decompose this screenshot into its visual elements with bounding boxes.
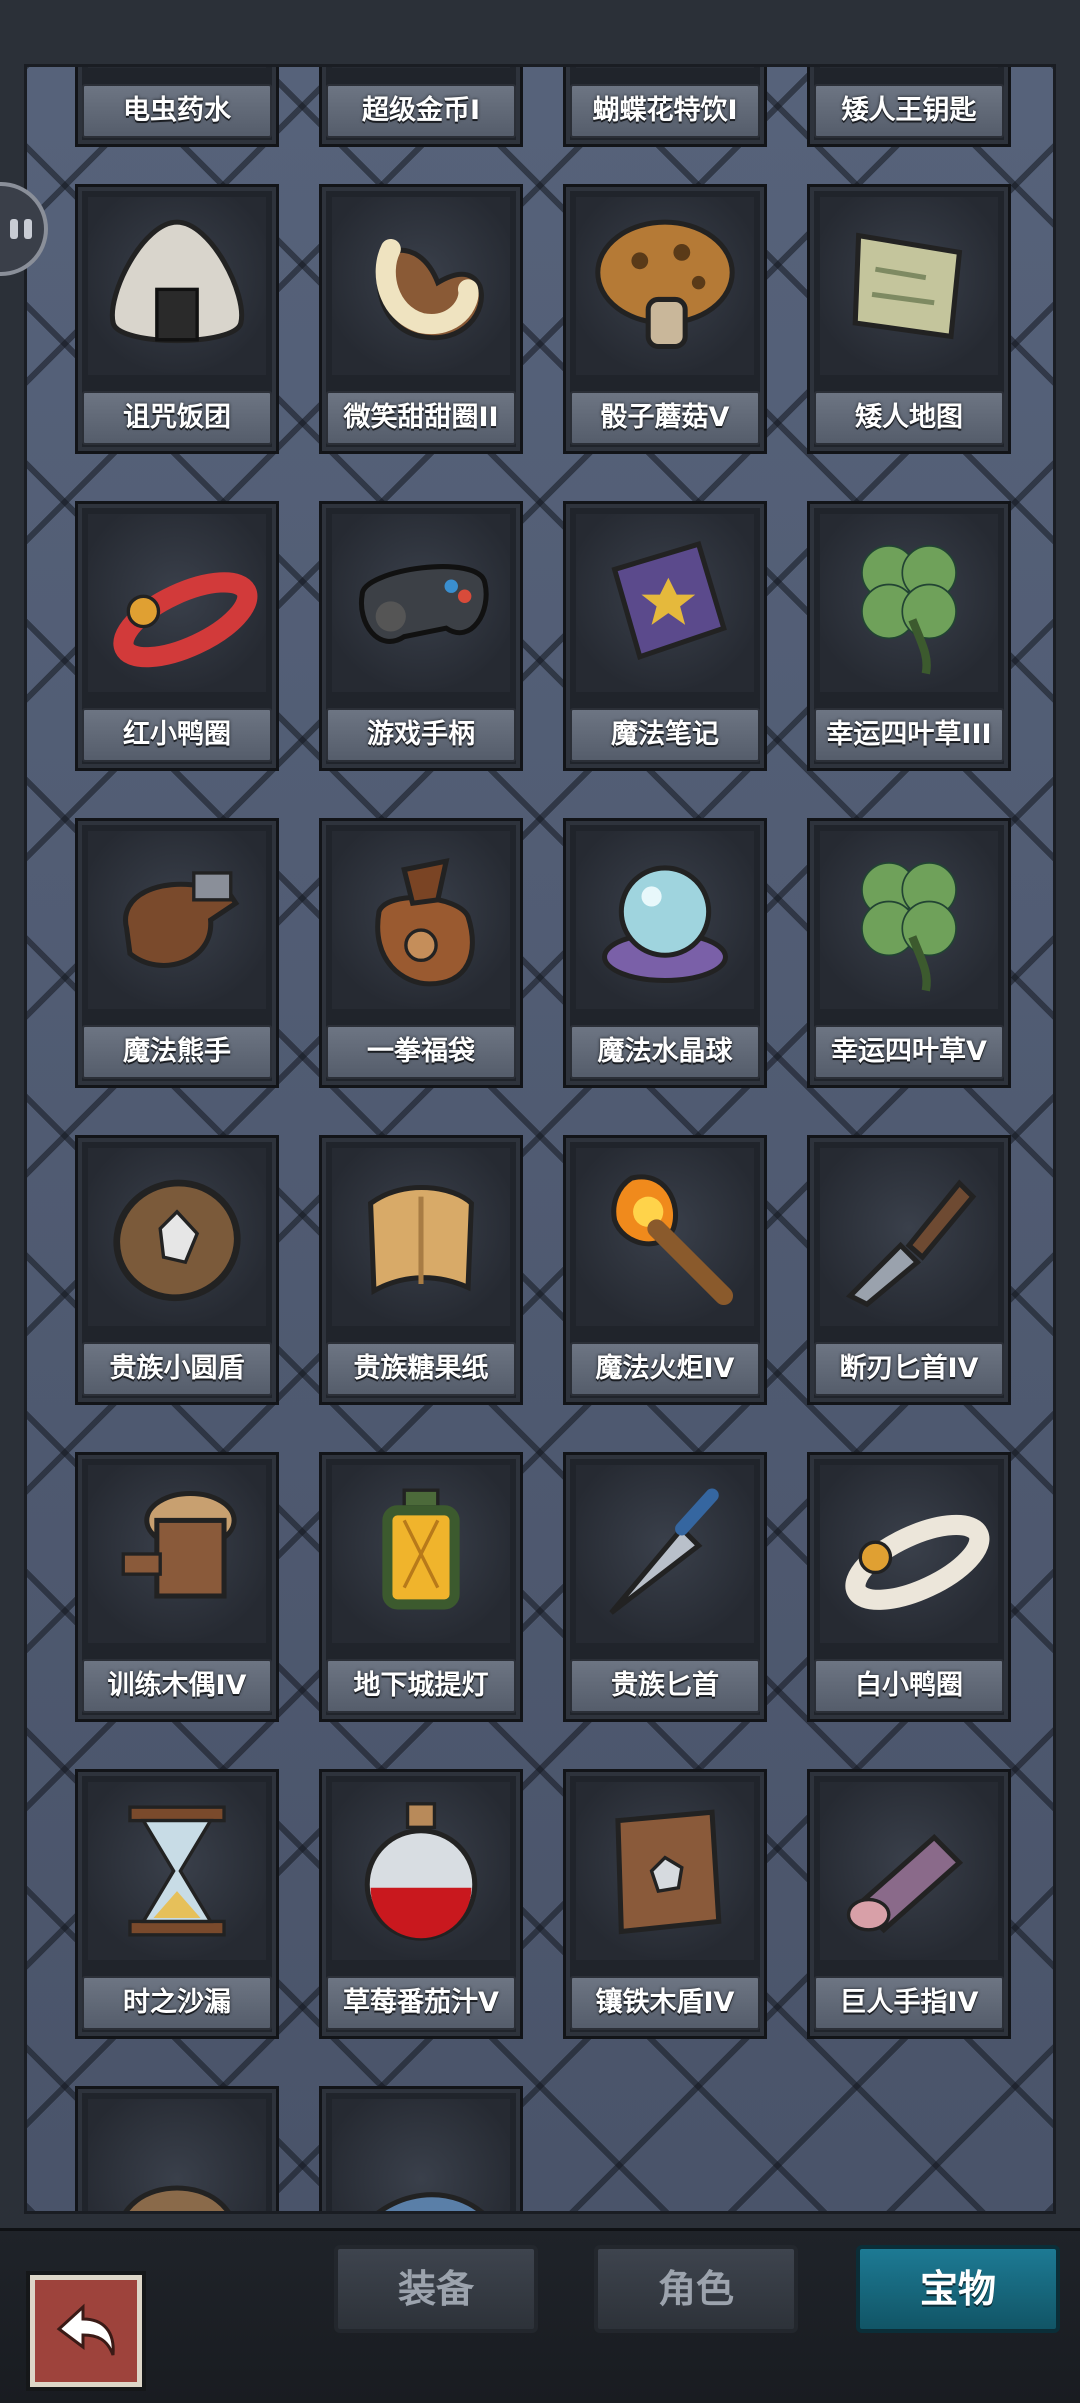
item-name: 训练木偶IV bbox=[82, 1659, 272, 1713]
back-arrow-icon bbox=[56, 2303, 115, 2356]
item-card[interactable]: 镶铁木盾IV bbox=[563, 1769, 767, 2039]
item-name: 一拳福袋 bbox=[326, 1025, 516, 1079]
item-card[interactable] bbox=[75, 2086, 279, 2211]
key-icon bbox=[820, 67, 998, 68]
item-card[interactable]: 一拳福袋 bbox=[319, 818, 523, 1088]
hourglass-icon bbox=[88, 1782, 266, 1960]
item-card[interactable]: 白小鸭圈 bbox=[807, 1452, 1011, 1722]
round-shield-icon bbox=[88, 1148, 266, 1326]
item-card[interactable]: 诅咒饭团 bbox=[75, 184, 279, 454]
item-card[interactable]: 蝴蝶花特饮I bbox=[563, 67, 767, 147]
crystal-ball-icon bbox=[576, 831, 754, 1009]
item-card[interactable]: 断刃匕首IV bbox=[807, 1135, 1011, 1405]
wooden-shield-icon bbox=[576, 1782, 754, 1960]
item-name: 矮人地图 bbox=[814, 391, 1004, 445]
item-name: 微笑甜甜圈II bbox=[326, 391, 516, 445]
item-card[interactable]: 红小鸭圈 bbox=[75, 501, 279, 771]
item-card[interactable]: 微笑甜甜圈II bbox=[319, 184, 523, 454]
lantern-icon bbox=[332, 1465, 510, 1643]
item-name: 矮人王钥匙 bbox=[814, 84, 1004, 138]
item-name: 贵族糖果纸 bbox=[326, 1342, 516, 1396]
bottom-tab-bar: 装备 角色 宝物 bbox=[0, 2228, 1080, 2403]
item-card[interactable]: 矮人地图 bbox=[807, 184, 1011, 454]
item-card[interactable]: 贵族匕首 bbox=[563, 1452, 767, 1722]
mushroom-icon bbox=[576, 197, 754, 375]
item-card[interactable]: 超级金币I bbox=[319, 67, 523, 147]
item-name: 游戏手柄 bbox=[326, 708, 516, 762]
wooden-dummy-icon bbox=[88, 1465, 266, 1643]
candy-paper-icon bbox=[332, 1148, 510, 1326]
clover-icon bbox=[820, 514, 998, 692]
item-card[interactable]: 幸运四叶草III bbox=[807, 501, 1011, 771]
item-name: 巨人手指IV bbox=[814, 1976, 1004, 2030]
item-card[interactable]: 骰子蘑菇V bbox=[563, 184, 767, 454]
donut-icon bbox=[332, 197, 510, 375]
item-name: 幸运四叶草III bbox=[814, 708, 1004, 762]
item-card[interactable] bbox=[319, 2086, 523, 2211]
item-card[interactable]: 地下城提灯 bbox=[319, 1452, 523, 1722]
item-name: 镶铁木盾IV bbox=[570, 1976, 760, 2030]
broken-dagger-icon bbox=[820, 1148, 998, 1326]
item-name: 红小鸭圈 bbox=[82, 708, 272, 762]
item-card[interactable]: 巨人手指IV bbox=[807, 1769, 1011, 2039]
item-name: 断刃匕首IV bbox=[814, 1342, 1004, 1396]
item-name: 魔法水晶球 bbox=[570, 1025, 760, 1079]
item-card[interactable]: 草莓番茄汁V bbox=[319, 1769, 523, 2039]
red-duck-ring-icon bbox=[88, 514, 266, 692]
helmet-icon bbox=[88, 2099, 266, 2211]
item-name: 骰子蘑菇V bbox=[570, 391, 760, 445]
item-name: 地下城提灯 bbox=[326, 1659, 516, 1713]
giant-finger-icon bbox=[820, 1782, 998, 1960]
clover-icon bbox=[820, 831, 998, 1009]
item-name: 魔法熊手 bbox=[82, 1025, 272, 1079]
potion-icon bbox=[88, 67, 266, 68]
item-name: 幸运四叶草V bbox=[814, 1025, 1004, 1079]
item-card[interactable]: 训练木偶IV bbox=[75, 1452, 279, 1722]
drink-icon bbox=[576, 67, 754, 68]
red-potion-icon bbox=[332, 1782, 510, 1960]
item-card[interactable]: 电虫药水 bbox=[75, 67, 279, 147]
rice-ball-icon bbox=[88, 197, 266, 375]
item-name: 贵族匕首 bbox=[570, 1659, 760, 1713]
item-name: 电虫药水 bbox=[82, 84, 272, 138]
fist-bag-icon bbox=[332, 831, 510, 1009]
white-duck-ring-icon bbox=[820, 1465, 998, 1643]
tab-equipment[interactable]: 装备 bbox=[334, 2245, 538, 2333]
item-card[interactable]: 游戏手柄 bbox=[319, 501, 523, 771]
item-name: 超级金币I bbox=[326, 84, 516, 138]
coin-icon bbox=[332, 67, 510, 68]
item-card[interactable]: 魔法熊手 bbox=[75, 818, 279, 1088]
item-card[interactable]: 贵族小圆盾 bbox=[75, 1135, 279, 1405]
tab-treasure[interactable]: 宝物 bbox=[856, 2245, 1060, 2333]
item-name: 时之沙漏 bbox=[82, 1976, 272, 2030]
item-card[interactable]: 时之沙漏 bbox=[75, 1769, 279, 2039]
dagger-icon bbox=[576, 1465, 754, 1643]
back-button[interactable] bbox=[30, 2275, 142, 2387]
item-card[interactable]: 魔法笔记 bbox=[563, 501, 767, 771]
item-card[interactable]: 幸运四叶草V bbox=[807, 818, 1011, 1088]
item-card[interactable]: 魔法火炬IV bbox=[563, 1135, 767, 1405]
item-card[interactable]: 贵族糖果纸 bbox=[319, 1135, 523, 1405]
bear-paw-icon bbox=[88, 831, 266, 1009]
item-name: 草莓番茄汁V bbox=[326, 1976, 516, 2030]
treasure-grid-panel[interactable]: 电虫药水 超级金币I 蝴蝶花特饮I 矮人王钥匙 诅咒饭团 微笑甜甜圈II 骰子蘑… bbox=[24, 64, 1056, 2214]
item-name: 魔法笔记 bbox=[570, 708, 760, 762]
item-name: 诅咒饭团 bbox=[82, 391, 272, 445]
item-name: 魔法火炬IV bbox=[570, 1342, 760, 1396]
item-name: 贵族小圆盾 bbox=[82, 1342, 272, 1396]
item-name: 蝴蝶花特饮I bbox=[570, 84, 760, 138]
tab-character[interactable]: 角色 bbox=[594, 2245, 798, 2333]
spellbook-icon bbox=[576, 514, 754, 692]
gamepad-icon bbox=[332, 514, 510, 692]
item-card[interactable]: 矮人王钥匙 bbox=[807, 67, 1011, 147]
torch-icon bbox=[576, 1148, 754, 1326]
shark-icon bbox=[332, 2099, 510, 2211]
item-name: 白小鸭圈 bbox=[814, 1659, 1004, 1713]
map-scroll-icon bbox=[820, 197, 998, 375]
item-card[interactable]: 魔法水晶球 bbox=[563, 818, 767, 1088]
